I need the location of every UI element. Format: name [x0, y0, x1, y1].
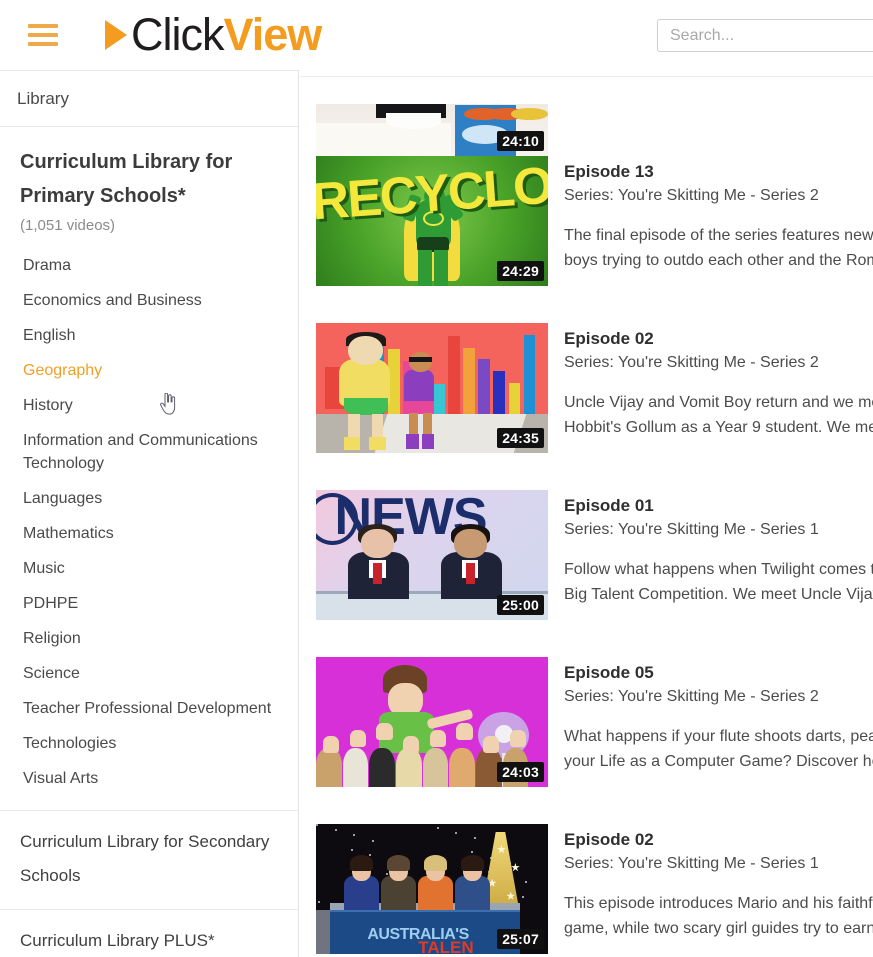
- play-triangle-icon: [105, 20, 127, 50]
- video-result-row[interactable]: NEWS 25:00 Episode 01 Series: You're Skitti…: [300, 490, 873, 657]
- subject-list: Drama Economics and Business English Geogra…: [0, 248, 298, 796]
- video-result-row[interactable]: 24:03 Episode 05 Series: You're Skitting M…: [300, 657, 873, 824]
- video-meta: Episode 05 Series: You're Skitting Me - S…: [548, 657, 873, 824]
- breadcrumb-label: Library: [17, 88, 69, 108]
- video-duration-badge: 24:03: [497, 762, 544, 782]
- sidebar-library-link[interactable]: Curriculum Library for Secondary Schools: [0, 810, 298, 909]
- video-title[interactable]: Episode 05: [564, 661, 873, 685]
- sidebar-subject-english[interactable]: English: [0, 318, 298, 353]
- video-series-label: Series: You're Skitting Me - Series 1: [564, 521, 819, 538]
- video-description-line: boys trying to outdo each other and the …: [564, 252, 873, 269]
- video-description-line: What happens if your flute shoots darts,…: [564, 728, 873, 745]
- sidebar-subject-geography[interactable]: Geography: [0, 353, 298, 388]
- primary-library-video-count: (1,051 videos): [20, 217, 116, 234]
- video-description-line: game, while two scary girl guides try to…: [564, 920, 873, 937]
- clickview-logo[interactable]: Click View: [105, 9, 323, 60]
- video-title[interactable]: Episode 01: [564, 494, 873, 518]
- hamburger-bar: [28, 42, 58, 46]
- primary-library-block: Curriculum Library for Primary Schools* …: [0, 127, 298, 810]
- sidebar: Library Curriculum Library for Primary S…: [0, 70, 299, 957]
- video-thumbnail[interactable]: 24:03: [316, 657, 548, 787]
- video-description: Follow what happens when Twilight comes …: [564, 557, 873, 607]
- video-description: This episode introduces Mario and his fa…: [564, 891, 873, 941]
- video-duration-badge: 25:07: [497, 929, 544, 949]
- video-thumbnail[interactable]: 24:10: [316, 104, 548, 156]
- search-input[interactable]: [657, 19, 873, 52]
- video-title[interactable]: Episode 02: [564, 327, 873, 351]
- primary-library-title: Curriculum Library for Primary Schools*: [20, 151, 233, 207]
- logo-text-click: Click: [131, 9, 224, 60]
- video-series-label: Series: You're Skitting Me - Series 2: [564, 354, 819, 371]
- sidebar-subject-religion[interactable]: Religion: [0, 621, 298, 656]
- video-description-line: The final episode of the series features…: [564, 227, 873, 244]
- sidebar-subject-pdhpe[interactable]: PDHPE: [0, 586, 298, 621]
- sidebar-subject-languages[interactable]: Languages: [0, 481, 298, 516]
- video-description: The final episode of the series features…: [564, 223, 873, 273]
- other-libraries-list: Curriculum Library for Secondary Schools…: [0, 810, 298, 957]
- video-result-row[interactable]: 24:35 Episode 02 Series: You're Skitting M…: [300, 323, 873, 490]
- video-thumbnail[interactable]: NEWS 25:00: [316, 490, 548, 620]
- video-result-row[interactable]: RECYCLO 24:29 Episode 13 Series: You're Ski…: [300, 156, 873, 323]
- video-thumbnail[interactable]: RECYCLO 24:29: [316, 156, 548, 286]
- video-description-line: Follow what happens when Twilight comes …: [564, 561, 873, 578]
- video-meta: Episode 01 Series: You're Skitting Me - S…: [548, 490, 873, 657]
- video-description: What happens if your flute shoots darts,…: [564, 724, 873, 774]
- video-result-row[interactable]: 24:10: [300, 70, 873, 156]
- sidebar-subject-teacher-professional-development[interactable]: Teacher Professional Development: [0, 691, 298, 726]
- video-description: Uncle Vijay and Vomit Boy return and we …: [564, 390, 873, 440]
- sidebar-subject-information-and-communications-technology[interactable]: Information and Communications Technolog…: [0, 423, 298, 481]
- sidebar-subject-music[interactable]: Music: [0, 551, 298, 586]
- sidebar-subject-economics-and-business[interactable]: Economics and Business: [0, 283, 298, 318]
- video-meta: Episode 02 Series: You're Skitting Me - S…: [548, 323, 873, 490]
- video-duration-badge: 25:00: [497, 595, 544, 615]
- video-results-panel: 24:10 RECYCLO 24:29 Episode 13 Series: You'r…: [300, 70, 873, 957]
- video-duration-badge: 24:29: [497, 261, 544, 281]
- hamburger-bar: [28, 24, 58, 28]
- sidebar-subject-visual-arts[interactable]: Visual Arts: [0, 761, 298, 796]
- video-description-line: your Life as a Computer Game? Discover h…: [564, 753, 873, 770]
- sidebar-subject-drama[interactable]: Drama: [0, 248, 298, 283]
- video-result-row[interactable]: AUSTRALIA'S TALEN 25:07 Episode 02 Series: Y…: [300, 824, 873, 957]
- pointer-hand-cursor: [160, 393, 176, 415]
- video-series-label: Series: You're Skitting Me - Series 1: [564, 855, 819, 872]
- video-duration-badge: 24:10: [497, 131, 544, 151]
- video-thumbnail[interactable]: AUSTRALIA'S TALEN 25:07: [316, 824, 548, 954]
- video-meta: Episode 02 Series: You're Skitting Me - S…: [548, 824, 873, 957]
- search-box[interactable]: [657, 19, 873, 52]
- sidebar-subject-mathematics[interactable]: Mathematics: [0, 516, 298, 551]
- sidebar-subject-technologies[interactable]: Technologies: [0, 726, 298, 761]
- video-description-line: This episode introduces Mario and his fa…: [564, 895, 873, 912]
- breadcrumb[interactable]: Library: [0, 70, 298, 127]
- hamburger-menu-icon[interactable]: [28, 24, 58, 46]
- video-description-line: Big Talent Competition. We meet Uncle Vi…: [564, 586, 873, 603]
- video-description-line: Uncle Vijay and Vomit Boy return and we …: [564, 394, 873, 411]
- video-list: 24:10 RECYCLO 24:29 Episode 13 Series: You'r…: [300, 70, 873, 957]
- video-series-label: Series: You're Skitting Me - Series 2: [564, 688, 819, 705]
- video-duration-badge: 24:35: [497, 428, 544, 448]
- video-series-label: Series: You're Skitting Me - Series 2: [564, 187, 819, 204]
- video-title[interactable]: Episode 13: [564, 160, 873, 184]
- hamburger-bar: [28, 33, 58, 37]
- sidebar-subject-history[interactable]: History: [0, 388, 298, 423]
- app-header: Click View: [0, 0, 873, 70]
- video-thumbnail[interactable]: 24:35: [316, 323, 548, 453]
- video-description-line: Hobbit's Gollum as a Year 9 student. We …: [564, 419, 873, 436]
- sidebar-subject-science[interactable]: Science: [0, 656, 298, 691]
- sidebar-library-link[interactable]: Curriculum Library PLUS*: [0, 909, 298, 957]
- logo-text-view: View: [223, 9, 323, 60]
- video-title[interactable]: Episode 02: [564, 828, 873, 852]
- video-meta: Episode 13 Series: You're Skitting Me - S…: [548, 156, 873, 323]
